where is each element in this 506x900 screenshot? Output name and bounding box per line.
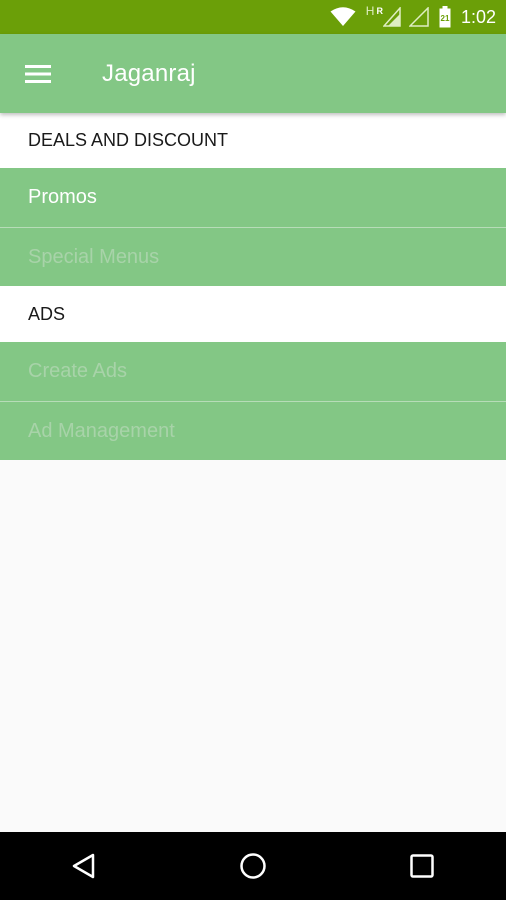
battery-icon: 21	[439, 6, 451, 28]
home-button[interactable]	[223, 836, 283, 896]
back-icon	[73, 853, 95, 879]
recents-icon	[409, 854, 434, 878]
status-time: 1:02	[460, 6, 496, 27]
home-icon	[240, 853, 266, 879]
status-bar: H R 21 1:02	[0, 0, 506, 34]
back-button[interactable]	[54, 836, 114, 896]
menu-list: DEALS AND DISCOUNT Promos Special Menus …	[0, 113, 506, 460]
hamburger-menu-icon	[25, 64, 51, 83]
wifi-icon	[330, 7, 356, 27]
system-nav-bar	[0, 832, 506, 900]
roaming-label: R	[376, 6, 383, 16]
svg-text:21: 21	[441, 14, 450, 23]
app-bar: Jaganraj	[0, 34, 506, 113]
recents-button[interactable]	[392, 836, 452, 896]
signal-empty-icon	[408, 7, 429, 27]
menu-item-promos[interactable]: Promos	[0, 168, 506, 227]
menu-item-special-menus[interactable]: Special Menus	[0, 227, 506, 286]
section-header-deals: DEALS AND DISCOUNT	[0, 113, 506, 168]
menu-button[interactable]	[0, 34, 80, 113]
section-header-ads: ADS	[0, 286, 506, 342]
signal-roaming-icon: H R	[365, 4, 401, 27]
menu-item-ad-management[interactable]: Ad Management	[0, 401, 506, 460]
network-type-label: H	[365, 4, 375, 18]
menu-item-create-ads[interactable]: Create Ads	[0, 342, 506, 401]
page-title: Jaganraj	[102, 59, 196, 87]
